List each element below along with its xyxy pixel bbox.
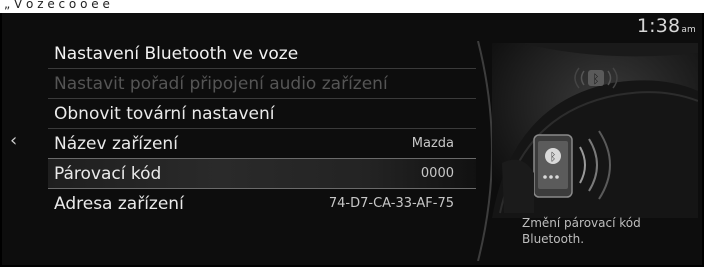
clock: 1:38am xyxy=(637,15,696,37)
menu-title-bluetooth: Nastavení Bluetooth ve voze xyxy=(48,39,476,69)
clock-time: 1:38 xyxy=(636,15,681,37)
menu-item-device-address[interactable]: Adresa zařízení 74-D7-CA-33-AF-75 xyxy=(48,189,476,218)
menu-item-pairing-code[interactable]: Párovací kód 0000 xyxy=(48,158,476,189)
settings-menu: Nastavení Bluetooth ve voze Nastavit poř… xyxy=(48,39,476,218)
menu-item-label: Nastavit pořadí připojení audio zařízení xyxy=(54,73,388,94)
menu-item-label: Adresa zařízení xyxy=(54,193,184,214)
menu-item-label: Název zařízení xyxy=(54,133,178,154)
clock-ampm: am xyxy=(681,25,696,35)
menu-item-device-name[interactable]: Název zařízení Mazda xyxy=(48,129,476,159)
svg-text:ᛒ: ᛒ xyxy=(592,72,599,86)
hint-text: Změní párovací kód Bluetooth. xyxy=(522,216,641,246)
chevron-left-icon[interactable]: ‹ xyxy=(10,131,22,151)
menu-item-label: Nastavení Bluetooth ve voze xyxy=(54,43,299,64)
menu-item-value: 74-D7-CA-33-AF-75 xyxy=(328,196,454,211)
svg-text:ᛒ: ᛒ xyxy=(550,151,557,164)
menu-item-label: Párovací kód xyxy=(54,163,162,184)
menu-item-value: 0000 xyxy=(420,166,454,181)
bluetooth-phone-car-illustration: ᛒ ᛒ xyxy=(492,43,698,218)
top-strip-text: „ V o z e c o o e e xyxy=(4,0,110,11)
menu-item-connection-order: Nastavit pořadí připojení audio zařízení xyxy=(48,69,476,99)
menu-item-label: Obnovit tovární nastavení xyxy=(54,103,275,124)
menu-item-value: Mazda xyxy=(411,136,454,151)
infotainment-screen: 1:38am ‹ Nastavení Bluetooth ve voze Nas… xyxy=(2,13,702,265)
top-strip: „ V o z e c o o e e xyxy=(0,0,704,13)
menu-item-factory-reset[interactable]: Obnovit tovární nastavení xyxy=(48,99,476,129)
phone-icon: ᛒ xyxy=(533,134,573,198)
